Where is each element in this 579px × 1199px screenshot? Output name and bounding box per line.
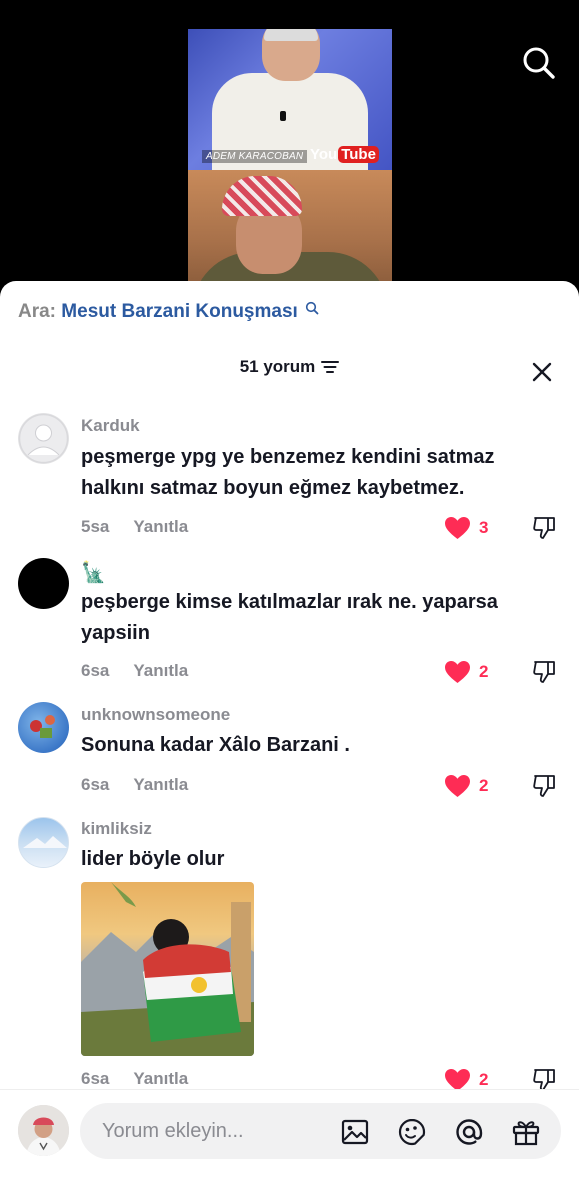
avatar[interactable] [18, 413, 69, 464]
mention-icon[interactable] [454, 1117, 484, 1147]
emoji-icon[interactable] [397, 1117, 427, 1147]
like-count: 2 [479, 776, 489, 795]
search-prefix: Ara: [18, 301, 57, 322]
avatar[interactable] [18, 558, 69, 609]
comment-text: peşmerge ypg ye benzemez kendini satmaz … [81, 446, 495, 499]
search-icon[interactable] [520, 44, 556, 80]
microphone-icon [280, 111, 286, 121]
video-frame-bottom [188, 170, 392, 289]
my-avatar[interactable] [18, 1105, 69, 1156]
search-term[interactable]: Mesut Barzani Konuşması [61, 301, 298, 322]
comment-input-bar [0, 1089, 579, 1199]
heart-icon [445, 661, 470, 683]
dislike-icon[interactable] [531, 659, 557, 685]
comments-sheet: Ara: Mesut Barzani Konuşması 51 yorum Ka… [0, 281, 579, 1199]
comment-username[interactable]: unknownsomeone [81, 705, 230, 725]
close-icon[interactable] [531, 361, 553, 383]
reply-button[interactable]: Yanıtla [133, 1069, 188, 1089]
comment-time: 5sa [81, 517, 110, 536]
comment-count: 51 yorum [239, 357, 316, 376]
like-count: 2 [479, 1070, 489, 1089]
gift-icon[interactable] [511, 1117, 541, 1147]
video-thumbnail[interactable]: ADEM KARACOBAN You Tube [188, 29, 392, 289]
video-player[interactable]: ADEM KARACOBAN You Tube [0, 0, 579, 300]
comment-time: 6sa [81, 775, 110, 794]
related-search-link[interactable]: Ara: Mesut Barzani Konuşması [18, 301, 319, 323]
comment-input[interactable] [102, 1117, 322, 1145]
comment-username[interactable]: kimliksiz [81, 819, 152, 839]
video-caption-name: ADEM KARACOBAN [202, 150, 308, 163]
comment-time: 6sa [81, 661, 110, 680]
comment-time: 6sa [81, 1069, 110, 1088]
avatar[interactable] [18, 817, 69, 868]
like-count: 3 [479, 518, 489, 537]
comment-text: lider böyle olur [81, 848, 225, 870]
comment-username[interactable]: 🗽 [81, 560, 106, 585]
reply-button[interactable]: Yanıtla [133, 775, 188, 795]
youtube-logo: You Tube [310, 146, 379, 163]
reply-button[interactable]: Yanıtla [133, 661, 188, 681]
comments-header: 51 yorum [0, 357, 579, 385]
video-frame-top: ADEM KARACOBAN You Tube [188, 29, 392, 173]
like-count: 2 [479, 662, 489, 681]
default-avatar-icon [18, 413, 69, 464]
search-mini-icon [305, 301, 319, 315]
comment-username[interactable]: Karduk [81, 416, 140, 436]
comment-input-container [80, 1103, 561, 1159]
avatar[interactable] [18, 702, 69, 753]
like-button[interactable]: 2 [444, 660, 488, 684]
like-button[interactable]: 3 [444, 516, 488, 540]
comment-image[interactable] [81, 882, 254, 1056]
filter-icon [321, 361, 340, 373]
dislike-icon[interactable] [531, 773, 557, 799]
comment-text: peşberge kimse katılmazlar ırak ne. yapa… [81, 591, 498, 644]
comment-text: Sonuna kadar Xâlo Barzani . [81, 734, 350, 756]
like-button[interactable]: 2 [444, 774, 488, 798]
reply-button[interactable]: Yanıtla [133, 517, 188, 537]
heart-icon [445, 517, 470, 539]
heart-icon [445, 775, 470, 797]
image-icon[interactable] [340, 1117, 370, 1147]
dislike-icon[interactable] [531, 515, 557, 541]
comment-count-sort[interactable]: 51 yorum [240, 357, 340, 377]
